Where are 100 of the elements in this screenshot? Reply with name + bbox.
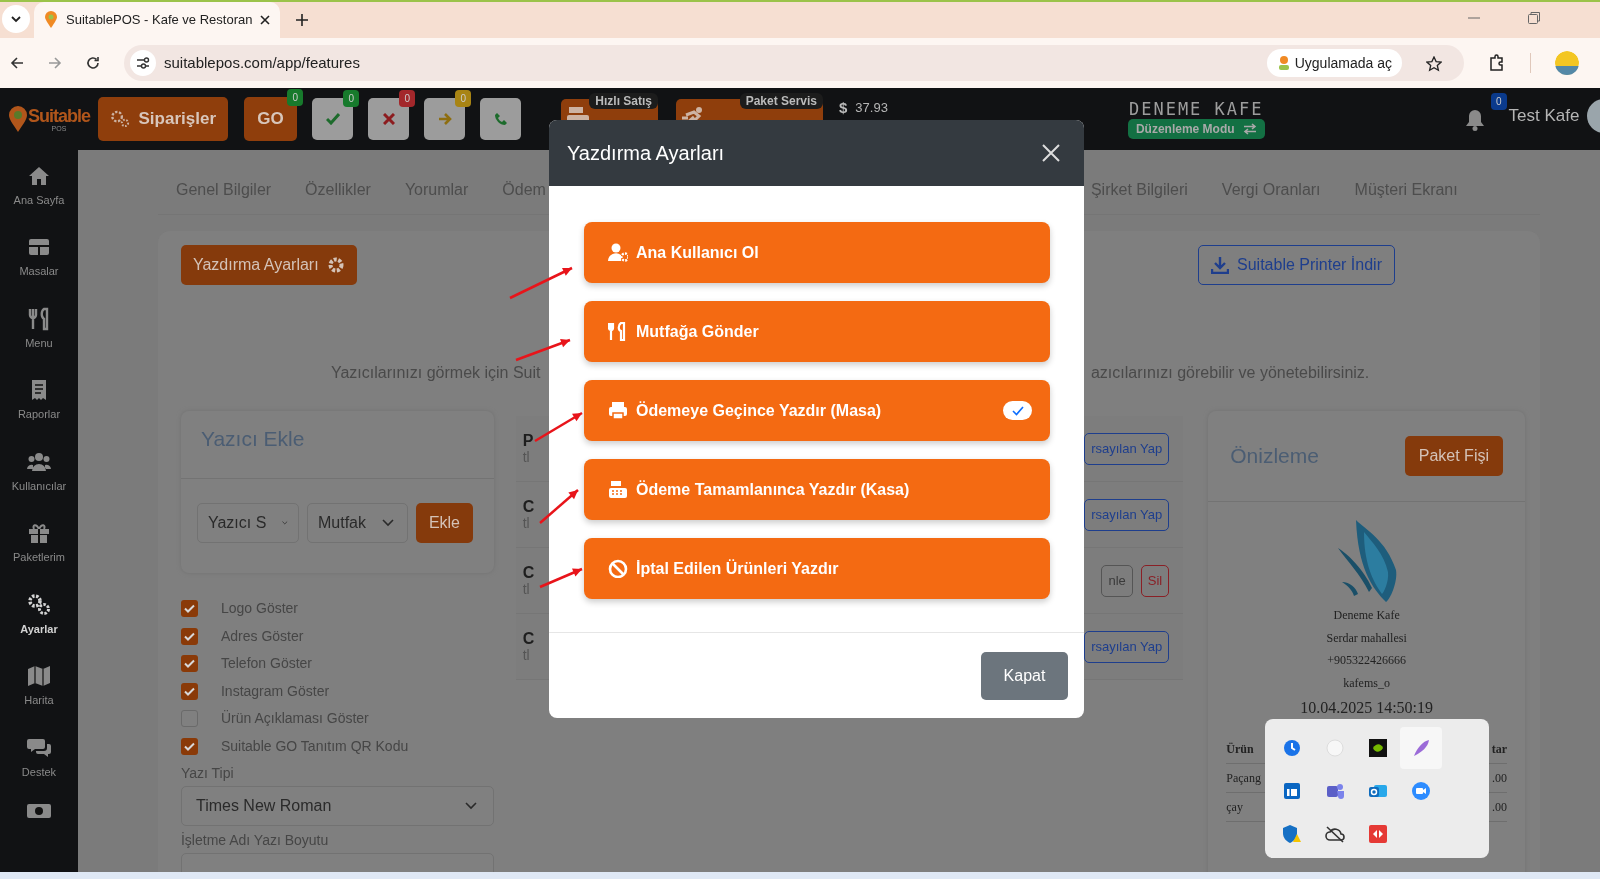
print-option-button[interactable]: Mutfağa Gönder — [584, 301, 1050, 362]
video-icon — [1411, 781, 1431, 801]
gears-icon — [26, 592, 51, 617]
checkbox[interactable] — [180, 682, 198, 700]
receipt-type-button[interactable]: Paket Fişi — [1404, 436, 1503, 476]
chip-icon — [1368, 738, 1388, 758]
option-label: Instagram Göster — [220, 681, 330, 701]
notification-badge: 0 — [1491, 93, 1507, 111]
swap-icon — [1242, 123, 1257, 136]
close-icon — [1042, 144, 1060, 162]
utensils-icon — [26, 306, 51, 331]
column-header: Ürün — [1226, 740, 1254, 758]
field-label: Yazı Tipi — [180, 764, 235, 783]
status-button[interactable] — [480, 98, 521, 140]
option-label: Adres Göster — [220, 626, 304, 646]
user-name[interactable]: Test Kafe — [1508, 103, 1580, 129]
checkbox[interactable] — [180, 627, 198, 645]
annotation-arrow — [534, 411, 583, 443]
count-badge: 0 — [343, 90, 359, 107]
people-icon — [1325, 781, 1345, 801]
phone-icon — [493, 112, 508, 126]
sidebar-item[interactable]: Masalar — [0, 221, 78, 293]
sidebar-item[interactable]: Destek — [0, 722, 78, 794]
arrows-icon — [1368, 824, 1388, 844]
check-icon — [1011, 405, 1024, 416]
download-button[interactable]: Suitable Printer İndir — [1198, 245, 1395, 285]
cafe-name: DENEME KAFE — [1128, 98, 1264, 120]
logo-text: Suitable — [28, 106, 90, 125]
tick-icon — [183, 659, 195, 669]
print-option-button[interactable]: Ana Kullanıcı Ol — [584, 222, 1050, 283]
count-badge: 0 — [287, 89, 303, 106]
tick-icon — [183, 604, 195, 614]
tab-list-icon — [11, 15, 21, 23]
gear-icon — [326, 256, 345, 274]
sidebar-item[interactable]: Harita — [0, 650, 78, 722]
cloud-icon — [1325, 824, 1345, 844]
balance-text: 37.93 — [855, 99, 888, 118]
orders-button[interactable]: Siparişler — [98, 97, 228, 141]
sidebar-item[interactable]: Ayarlar — [0, 579, 78, 651]
app-icon — [1276, 55, 1291, 71]
receipt-line: Deneme Kafe — [1332, 607, 1401, 624]
edit-button[interactable]: nle — [1101, 564, 1133, 597]
receipt-line: kafems_o — [1342, 674, 1391, 692]
modal-title: Yazdırma Ayarları — [567, 141, 725, 166]
close-button[interactable]: Kapat — [981, 652, 1068, 700]
tick-icon — [183, 631, 195, 641]
receipt-cell-text: çay — [1226, 799, 1243, 816]
sidebar-item[interactable]: Ana Sayfa — [0, 150, 78, 222]
printer-select[interactable]: Yazıcı S — [196, 503, 299, 543]
receipt-cell-text: Paçang — [1226, 770, 1261, 787]
shield-icon — [1282, 824, 1302, 844]
feather-icon — [1411, 738, 1431, 758]
button-tag: Paket Servis — [739, 93, 823, 109]
reload-icon — [86, 56, 100, 70]
print-option-button[interactable]: Ödeme Tamamlanınca Yazdır (Kasa) — [584, 459, 1050, 520]
add-button[interactable]: Ekle — [415, 503, 473, 543]
back-icon — [10, 56, 24, 70]
tick-icon — [183, 686, 195, 696]
logo-pin-icon — [8, 105, 28, 133]
favicon-icon — [44, 11, 58, 29]
extensions-icon — [1488, 54, 1506, 72]
option-label: Telefon Göster — [220, 654, 312, 674]
font-select[interactable]: Times New Roman — [180, 786, 494, 826]
restore-icon — [1528, 12, 1540, 24]
checkbox[interactable] — [180, 655, 198, 673]
print-settings-button[interactable]: Yazdırma Ayarları — [180, 245, 357, 285]
checkbox[interactable] — [180, 600, 198, 618]
profile-avatar-icon — [1555, 51, 1579, 75]
column-header: tar — [1491, 740, 1507, 758]
annotation-arrow — [509, 266, 573, 300]
sidebar-item[interactable]: Paketlerim — [0, 507, 78, 579]
print-option-button[interactable]: İptal Edilen Ürünleri Yazdır — [584, 538, 1050, 599]
url-field[interactable]: suitablepos.com/app/features — [164, 51, 360, 75]
option-label: Ürün Açıklaması Göster — [220, 709, 369, 729]
sidebar-item[interactable]: Menu — [0, 293, 78, 365]
printer-name: C — [522, 564, 535, 582]
sidebar-item[interactable]: Raporlar — [0, 364, 78, 436]
download-icon — [1211, 256, 1230, 274]
annotation-arrow — [539, 489, 579, 524]
utensils-icon — [608, 322, 628, 341]
sidebar-item[interactable]: Kullanıcılar — [0, 436, 78, 508]
annotation-arrow — [539, 567, 583, 589]
edit-mode-badge[interactable]: Düzenleme Modu — [1127, 119, 1265, 140]
count-badge: 0 — [399, 90, 415, 107]
square-icon — [1282, 781, 1302, 801]
checkbox[interactable] — [180, 737, 198, 755]
print-option-button[interactable]: Ödemeye Geçince Yazdır (Masa) — [584, 380, 1050, 441]
close-icon — [260, 15, 271, 25]
check-toggle[interactable] — [1003, 401, 1032, 420]
clock-icon — [1282, 738, 1302, 758]
receipt-cell-text: .00 — [1492, 770, 1507, 787]
delete-button[interactable]: Sil — [1140, 564, 1170, 597]
arrow-right-icon — [437, 113, 452, 125]
open-in-app-button[interactable]: Uygulamada aç — [1266, 49, 1402, 77]
printer-name: C — [522, 498, 535, 516]
map-icon — [26, 664, 51, 688]
chevron-down-icon — [282, 519, 288, 527]
dollar-icon: $ — [839, 96, 848, 120]
minimize-icon — [1468, 17, 1480, 19]
type-select[interactable]: Mutfak — [306, 503, 408, 543]
